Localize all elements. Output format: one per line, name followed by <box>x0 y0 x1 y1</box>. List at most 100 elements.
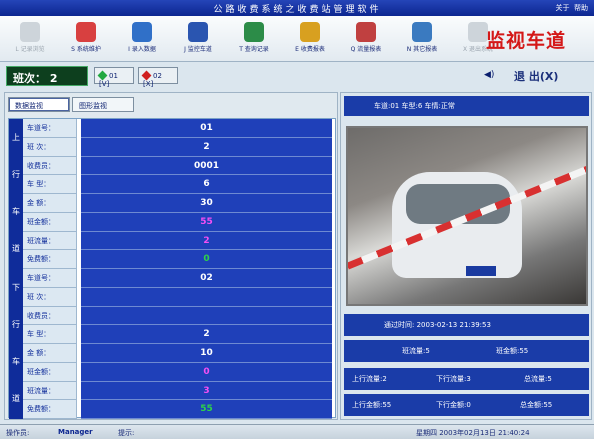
group-char: 车 <box>12 207 20 216</box>
lane-info-bar: 车道:01 车型:6 车情:正常 <box>344 96 589 116</box>
field-value: 0 <box>81 250 332 269</box>
data-entry-icon <box>132 22 152 42</box>
table-row: 收费员： 0001 <box>23 156 336 176</box>
document-icon <box>20 22 40 42</box>
toolbar-item[interactable]: I 录入数据 <box>114 16 170 62</box>
field-value: 02 <box>81 269 332 288</box>
field-label: 金 额： <box>23 194 77 213</box>
table-row: 班流量： 3 <box>23 381 336 401</box>
up-flow: 上行流量:2 <box>352 375 387 383</box>
field-value: 0 <box>81 362 332 382</box>
field-label: 班 次： <box>23 287 77 307</box>
toolbar-item-label: I 录入数据 <box>128 46 156 53</box>
toolbar-item-label: J 监控车道 <box>184 46 212 53</box>
table-row: 金 额： 10 <box>23 344 336 363</box>
tab-data-monitor[interactable]: 数据监视 <box>8 97 70 112</box>
shift-label: 班次： <box>13 72 46 85</box>
down-lane-group-label: 下行车道 <box>9 269 23 419</box>
toolbar-item-label: L 记录浏览 <box>15 46 45 53</box>
lane-data-grid: 上行车道车道号： 01 班 次： 2 收费员： 0001 车 型： 6 金 额： 30 班金额： 55… <box>8 118 336 419</box>
field-value: 6 <box>81 175 332 194</box>
help-link[interactable]: 帮助 <box>574 4 588 12</box>
app-logo: 监视车道 <box>486 30 567 52</box>
table-row: 车道号： 02 <box>23 269 336 288</box>
table-row: 班流量： 2 <box>23 231 336 251</box>
toolbar-item-label: T 查询记录 <box>239 46 269 53</box>
notepad-icon <box>412 22 432 42</box>
about-link[interactable]: 关于 <box>556 4 570 12</box>
exit-button[interactable]: 退 出(X) <box>514 68 584 84</box>
flow-totals-line: 上行流量:2 下行流量:3 总流量:5 <box>344 368 589 390</box>
field-label: 班金额： <box>23 212 77 232</box>
toolbar-item[interactable]: J 监控车道 <box>170 16 226 62</box>
group-char: 上 <box>12 133 20 142</box>
field-label: 车道号： <box>23 269 77 288</box>
field-value: 2 <box>81 231 332 251</box>
toolbar-item[interactable]: N 其它报表 <box>394 16 450 62</box>
coins-icon <box>300 22 320 42</box>
shift-02-button[interactable]: 02 [X] <box>138 67 178 88</box>
table-row: 车 型： 2 <box>23 325 336 344</box>
shift-display: 班次： 2 <box>6 66 88 86</box>
table-row: 车道号： 01 <box>23 119 336 138</box>
field-label: 收费员： <box>23 156 77 176</box>
tab-graphic-monitor[interactable]: 图形监视 <box>72 97 134 112</box>
toolbar-item[interactable]: Q 流量报表 <box>338 16 394 62</box>
group-char: 车 <box>12 357 20 366</box>
field-label: 车道号： <box>23 119 77 138</box>
field-label: 班 次： <box>23 137 77 157</box>
up-amount: 上行金额:55 <box>352 401 392 409</box>
field-value: 01 <box>81 119 332 138</box>
field-value: 3 <box>81 381 332 401</box>
speaker-icon[interactable]: ◀) <box>484 70 494 80</box>
field-label: 班流量： <box>23 381 77 401</box>
field-value: 30 <box>81 194 332 213</box>
table-row: 班 次： <box>23 287 336 307</box>
toolbar-item[interactable]: S 系统维护 <box>58 16 114 62</box>
toolbar-item[interactable]: E 收费报表 <box>282 16 338 62</box>
help-menu[interactable]: 关于 帮助 <box>556 3 588 13</box>
group-char: 道 <box>12 244 20 253</box>
table-row: 免费额： 55 <box>23 400 336 419</box>
table-row: 班 次： 2 <box>23 137 336 157</box>
pass-time-bar: 通过时间: 2003-02-13 21:39:53 <box>344 314 589 336</box>
operator-label: 操作员: <box>6 429 30 437</box>
shift-value: 2 <box>49 72 58 85</box>
table-row: 班金额： 55 <box>23 212 336 232</box>
total-flow: 总流量:5 <box>524 375 552 383</box>
table-row: 收费员： <box>23 306 336 326</box>
down-amount: 下行金额:0 <box>436 401 471 409</box>
field-label: 车 型： <box>23 175 77 194</box>
toolbar-item[interactable]: L 记录浏览 <box>2 16 58 62</box>
field-value <box>81 287 332 307</box>
eye-icon <box>188 22 208 42</box>
tools-icon <box>76 22 96 42</box>
shift-amount: 班金额:55 <box>496 347 529 355</box>
exit-icon <box>468 22 488 42</box>
field-label: 收费员： <box>23 306 77 326</box>
toolbar-item[interactable]: T 查询记录 <box>226 16 282 62</box>
field-value: 10 <box>81 344 332 363</box>
total-amount: 总金额:55 <box>520 401 553 409</box>
green-diamond-icon <box>97 70 108 81</box>
status-datetime: 星期四 2003年02月13日 21:40:24 <box>416 429 530 437</box>
toolbar-item-label: E 收费报表 <box>295 46 325 53</box>
field-label: 班金额： <box>23 362 77 382</box>
traffic-icon <box>356 22 376 42</box>
field-label: 免费额： <box>23 250 77 269</box>
field-value: 55 <box>81 400 332 419</box>
field-value: 2 <box>81 325 332 344</box>
field-value: 0001 <box>81 156 332 176</box>
search-records-icon <box>244 22 264 42</box>
table-row: 金 额： 30 <box>23 194 336 213</box>
field-value <box>81 306 332 326</box>
toolbar-item-label: Q 流量报表 <box>350 46 382 53</box>
up-lane-group-label: 上行车道 <box>9 119 23 269</box>
field-label: 班流量： <box>23 231 77 251</box>
shift-stats-line: 班流量:5 班金额:55 <box>344 340 589 362</box>
group-char: 道 <box>12 394 20 403</box>
group-char: 下 <box>12 283 20 292</box>
shift-01-button[interactable]: 01 [V] <box>94 67 134 88</box>
app-title: 公路收费系统之收费站管理软件 <box>213 5 382 15</box>
field-value: 2 <box>81 137 332 157</box>
